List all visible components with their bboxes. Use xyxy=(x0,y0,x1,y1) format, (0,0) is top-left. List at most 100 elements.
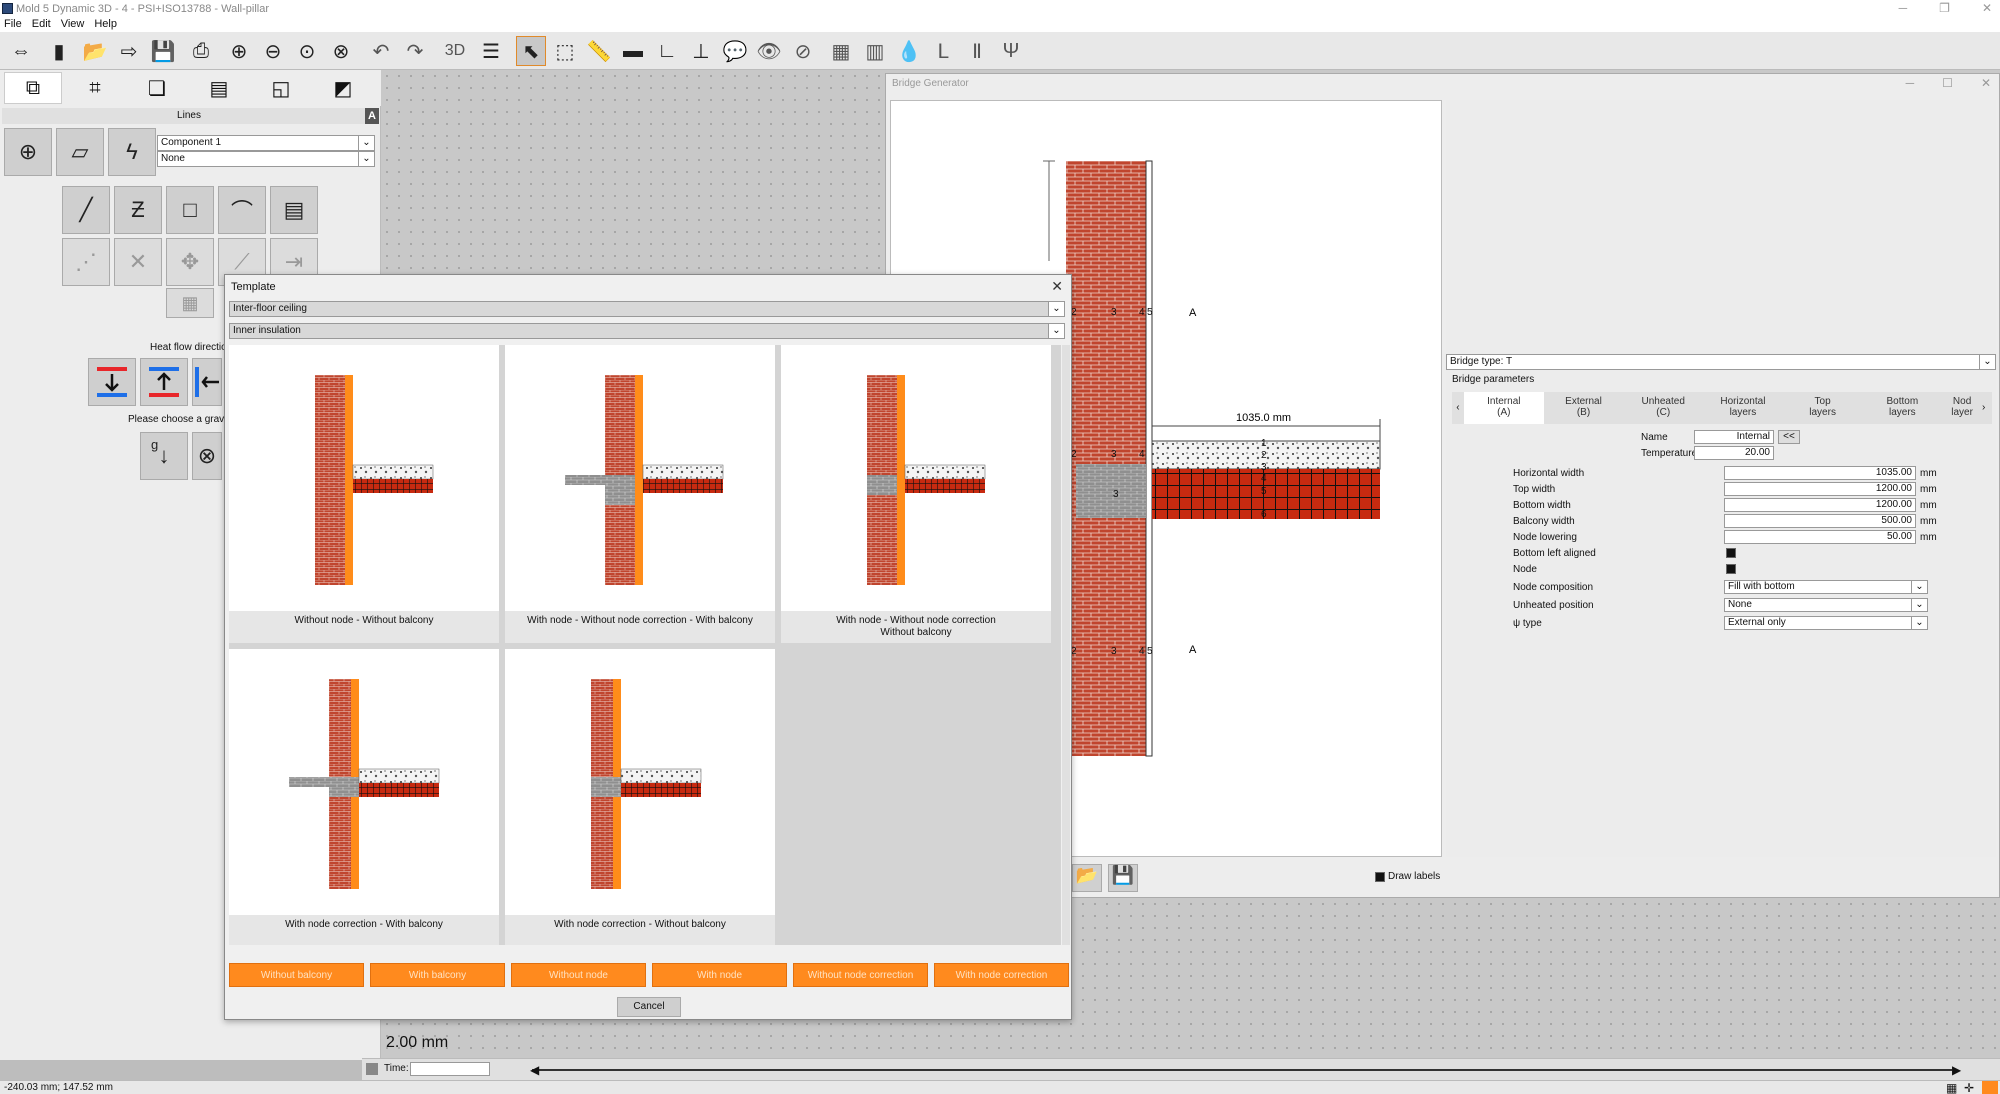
template-card[interactable]: With node correction - With balcony xyxy=(229,649,499,945)
component-select[interactable]: Component 1 ⌄ xyxy=(157,135,375,151)
insulation-type-select[interactable]: Inner insulation ⌄ xyxy=(229,323,1065,339)
tab-bottom-layers[interactable]: Bottom layers xyxy=(1862,392,1942,424)
horizontal-width-field[interactable]: 1035.00 xyxy=(1724,466,1916,480)
open-folder-icon[interactable]: 📂 xyxy=(1072,864,1102,892)
view-3d-button[interactable]: 3D xyxy=(440,36,470,66)
grid-tool-icon[interactable]: ▦ xyxy=(166,288,214,318)
chart-icon[interactable]: ▥ xyxy=(860,36,890,66)
undo-icon[interactable]: ↶ xyxy=(366,36,396,66)
draw-labels-checkbox[interactable] xyxy=(1375,872,1385,882)
lt-icon[interactable]: Ⅼ xyxy=(928,36,958,66)
import-icon[interactable]: ⇨ xyxy=(114,36,144,66)
tab-shape-icon[interactable]: ◱ xyxy=(252,72,310,104)
open-folder-icon[interactable]: 📂 xyxy=(80,36,110,66)
maximize-icon[interactable]: ❐ xyxy=(1939,1,1950,15)
dimension-icon[interactable]: ▬ xyxy=(618,36,648,66)
zoom-out-icon[interactable]: ⊖ xyxy=(258,36,288,66)
chevron-down-icon[interactable]: ⌄ xyxy=(1048,324,1064,338)
tab-gradient-icon[interactable]: ◩ xyxy=(314,72,372,104)
chevron-down-icon[interactable]: ⌄ xyxy=(358,136,374,150)
balcony-width-field[interactable]: 500.00 xyxy=(1724,514,1916,528)
psi-icon[interactable]: Ψ xyxy=(996,36,1026,66)
hatch-tool-icon[interactable]: ▤ xyxy=(270,186,318,234)
grid-icon[interactable]: ▦ xyxy=(1946,1081,1960,1094)
point-tool-icon[interactable]: ⋰ xyxy=(62,238,110,286)
rectangle-tool-icon[interactable]: □ xyxy=(166,186,214,234)
name-field[interactable]: Internal xyxy=(1694,430,1774,444)
redo-icon[interactable]: ↷ xyxy=(400,36,430,66)
maximize-icon[interactable]: ☐ xyxy=(1942,76,1953,90)
comment-icon[interactable]: 💬 xyxy=(720,36,750,66)
select-area-icon[interactable]: ⬚ xyxy=(550,36,580,66)
stop-icon[interactable] xyxy=(366,1063,378,1075)
close-icon[interactable]: ✕ xyxy=(1981,76,1991,90)
construction-type-select[interactable]: Inter-floor ceiling ⌄ xyxy=(229,301,1065,317)
bridge-type-select[interactable]: Bridge type: T ⌄ xyxy=(1446,354,1996,370)
play-icon[interactable]: ▶ xyxy=(1952,1063,1961,1077)
tab-scroll-left-icon[interactable]: ‹ xyxy=(1452,392,1464,424)
gt-icon[interactable]: Ⅱ xyxy=(962,36,992,66)
save-icon[interactable]: 💾 xyxy=(1108,864,1138,892)
tab-materials-icon[interactable]: ▤ xyxy=(190,72,248,104)
moisture-icon[interactable]: 💧 xyxy=(894,36,924,66)
tab-external[interactable]: External (B) xyxy=(1544,392,1624,424)
bottom-width-field[interactable]: 1200.00 xyxy=(1724,498,1916,512)
print-icon[interactable]: ⎙ xyxy=(186,36,216,66)
template-card[interactable]: With node correction - Without balcony xyxy=(505,649,775,945)
node-checkbox[interactable] xyxy=(1726,564,1736,574)
chevron-down-icon[interactable]: ⌄ xyxy=(1911,599,1927,611)
save-icon[interactable]: 💾 xyxy=(148,36,178,66)
node-composition-select[interactable]: Fill with bottom ⌄ xyxy=(1724,580,1928,594)
chevron-down-icon[interactable]: ⌄ xyxy=(1979,355,1995,369)
chevron-down-icon[interactable]: ⌄ xyxy=(1048,302,1064,316)
temperature-field[interactable]: 20.00 xyxy=(1694,446,1774,460)
add-component-icon[interactable]: ⊕ xyxy=(4,128,52,176)
unheated-position-select[interactable]: None ⌄ xyxy=(1724,598,1928,612)
heat-flow-down-icon[interactable] xyxy=(88,358,136,406)
bottom-left-aligned-checkbox[interactable] xyxy=(1726,548,1736,558)
resize-arrows-icon[interactable]: ⇔ xyxy=(6,36,36,66)
delete-line-icon[interactable]: ✕ xyxy=(114,238,162,286)
results-table-icon[interactable]: ▦ xyxy=(826,36,856,66)
gravity-down-icon[interactable]: g ↓ xyxy=(140,432,188,480)
tab-geometry-icon[interactable]: ⧉ xyxy=(4,72,62,104)
time-input[interactable] xyxy=(410,1062,490,1076)
move-tool-icon[interactable]: ✥ xyxy=(166,238,214,286)
filter-with-node-button[interactable]: With node xyxy=(652,963,787,987)
none-select[interactable]: None ⌄ xyxy=(157,151,375,167)
crosshair-icon[interactable]: ✛ xyxy=(1964,1081,1978,1094)
filter-without-balcony-button[interactable]: Without balcony xyxy=(229,963,364,987)
eye-icon[interactable]: 👁 xyxy=(754,36,784,66)
gravity-none-icon[interactable]: ⊗ xyxy=(192,432,222,480)
close-icon[interactable]: ✕ xyxy=(1982,1,1992,15)
menu-file[interactable]: File xyxy=(4,18,22,32)
top-width-field[interactable]: 1200.00 xyxy=(1724,482,1916,496)
zoom-fit-icon[interactable]: ⊙ xyxy=(292,36,322,66)
filter-without-node-button[interactable]: Without node xyxy=(511,963,646,987)
cancel-button[interactable]: Cancel xyxy=(617,997,681,1017)
chevron-down-icon[interactable]: ⌄ xyxy=(358,152,374,166)
heat-flow-up-icon[interactable] xyxy=(140,358,188,406)
menu-help[interactable]: Help xyxy=(94,18,117,32)
label-icon[interactable]: ⊥ xyxy=(686,36,716,66)
ruler-icon[interactable]: 📏 xyxy=(584,36,614,66)
slider-handle-icon[interactable]: ◀ xyxy=(530,1063,539,1077)
arc-tool-icon[interactable]: ⌒ xyxy=(218,186,266,234)
angle-icon[interactable]: ∟ xyxy=(652,36,682,66)
chevron-down-icon[interactable]: ⌄ xyxy=(1911,581,1927,593)
menu-view[interactable]: View xyxy=(61,18,85,32)
tab-node-layers[interactable]: Nod layer xyxy=(1942,392,1982,424)
tab-horizontal-layers[interactable]: Horizontal layers xyxy=(1703,392,1783,424)
menu-edit[interactable]: Edit xyxy=(32,18,51,32)
heat-flow-left-icon[interactable] xyxy=(192,358,222,406)
node-lowering-field[interactable]: 50.00 xyxy=(1724,530,1916,544)
filter-without-node-correction-button[interactable]: Without node correction xyxy=(793,963,928,987)
template-scrollbar[interactable] xyxy=(1062,345,1070,945)
tab-unheated[interactable]: Unheated (C) xyxy=(1623,392,1703,424)
line-tool-icon[interactable]: ╱ xyxy=(62,186,110,234)
snap-toggle-icon[interactable] xyxy=(1982,1081,1998,1094)
layer-icon[interactable]: ▱ xyxy=(56,128,104,176)
filter-with-balcony-button[interactable]: With balcony xyxy=(370,963,505,987)
polyline-tool-icon[interactable]: Ƶ xyxy=(114,186,162,234)
chevron-down-icon[interactable]: ⌄ xyxy=(1911,617,1927,629)
